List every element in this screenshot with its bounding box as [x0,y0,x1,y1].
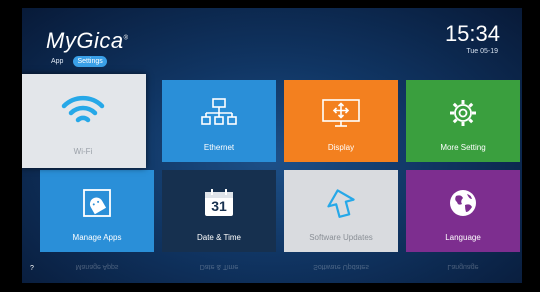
calendar-icon: 31 [203,188,235,218]
tv-screen: MyGica® App Settings 15:34 Tue 05-19 Wi-… [22,8,522,283]
android-icon [82,188,112,218]
tile-language[interactable]: Language [406,170,520,252]
tile-wifi[interactable]: Wi-Fi [22,74,146,168]
tile-ethernet[interactable]: Ethernet [162,80,276,162]
tile-date-time[interactable]: 31 Date & Time [162,170,276,252]
update-arrow-icon [325,188,357,218]
clock-date: Tue 05-19 [466,48,498,55]
tab-settings[interactable]: Settings [73,56,107,67]
top-tabs: App Settings [47,56,107,67]
tab-app[interactable]: App [47,56,67,67]
tile-label: Software Updates [309,233,373,242]
tile-manage-apps[interactable]: Manage Apps [40,170,154,252]
globe-icon [448,188,478,218]
brand-logo: MyGica® [46,28,129,53]
clock-time: 15:34 [444,21,500,46]
tile-software-updates[interactable]: Software Updates [284,170,398,252]
calendar-day: 31 [211,198,227,214]
tile-label: More Setting [440,143,486,152]
tile-label: Display [327,143,355,152]
tile-label: Language [445,233,481,242]
display-icon [321,98,361,128]
gear-icon [448,98,478,128]
tile-label: Manage Apps [72,233,122,242]
tile-reflection: Manage Apps [75,263,119,270]
tile-display[interactable]: Display [284,80,398,162]
wifi-icon [61,95,105,126]
tile-reflection: Software Updates [313,263,369,270]
tile-reflection: Language [447,263,479,270]
help-icon[interactable]: ? [30,265,34,272]
tile-label: Wi-Fi [73,147,93,156]
tile-label: Ethernet [203,143,235,152]
tile-label: Date & Time [196,233,241,242]
tile-reflection: Date & Time [199,263,239,270]
tile-more-setting[interactable]: More Setting [406,80,520,162]
network-icon [201,98,237,128]
